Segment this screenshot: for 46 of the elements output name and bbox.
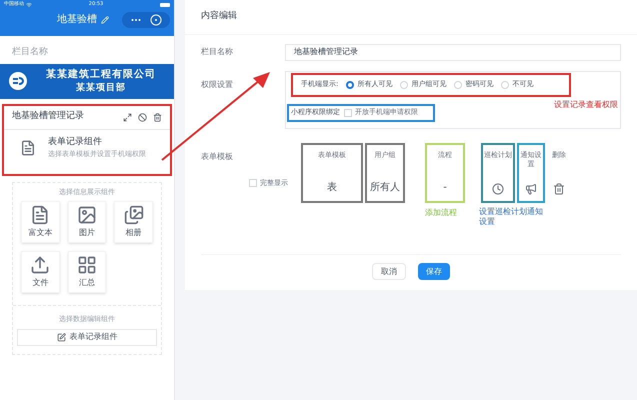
flow-note: 添加流程 xyxy=(425,206,457,218)
checkbox[interactable] xyxy=(344,108,352,116)
capsule-button[interactable] xyxy=(122,12,170,28)
department-name: 某某项目部 xyxy=(76,82,126,95)
table-cell-text: 所有人 xyxy=(370,180,400,194)
expand-icon[interactable] xyxy=(123,112,132,122)
logo-icon xyxy=(8,71,28,91)
battery-icon xyxy=(160,2,170,7)
component-tile[interactable]: 相册 xyxy=(114,201,153,243)
cancel-button[interactable]: 取消 xyxy=(372,263,406,280)
component-tile[interactable]: 文件 xyxy=(21,251,60,293)
field-label: 栏目名称 xyxy=(201,46,234,58)
images-icon xyxy=(124,205,144,225)
upload-icon xyxy=(30,255,50,275)
grid-icon xyxy=(76,255,97,275)
editor-title: 内容编辑 xyxy=(185,0,637,34)
page-title: 地基验槽 xyxy=(57,12,97,27)
clock-icon[interactable] xyxy=(492,182,504,194)
field-label: 权限设置 xyxy=(201,78,234,90)
company-name: 某某建筑工程有限公司 xyxy=(46,68,156,82)
component-title: 表单记录组件 xyxy=(48,136,103,148)
delete-icon[interactable] xyxy=(153,112,162,122)
megaphone-icon[interactable] xyxy=(525,182,537,194)
edit-icon[interactable] xyxy=(101,16,109,24)
name-input-field[interactable]: 地基验槽管理记录 xyxy=(285,44,621,60)
table-cell-text: 表 xyxy=(327,180,337,194)
document-icon xyxy=(20,140,36,156)
table-cell-text: - xyxy=(443,180,447,194)
component-tile[interactable]: 汇总 xyxy=(68,251,106,293)
close-icon[interactable] xyxy=(150,14,162,26)
radio-button[interactable] xyxy=(346,80,354,88)
field-label: 表单模板 xyxy=(201,150,234,162)
permission-note: 设置记录查看权限 xyxy=(554,98,618,110)
card-title: 地基验槽管理记录 xyxy=(12,110,84,124)
wifi-icon xyxy=(26,2,32,8)
form-record-button[interactable]: 表单记录组件 xyxy=(17,328,157,346)
image-icon xyxy=(76,205,97,225)
section-label: 栏目名称 xyxy=(11,46,49,59)
inspection-note: 设置巡检计划通知设置 xyxy=(479,206,543,226)
checkbox[interactable] xyxy=(249,179,257,188)
component-tile[interactable]: 富文本 xyxy=(21,201,60,243)
disable-icon[interactable] xyxy=(138,112,147,122)
component-tile[interactable]: 图片 xyxy=(68,201,106,243)
edit-icon xyxy=(56,332,66,342)
delete-icon[interactable] xyxy=(553,182,565,194)
document-icon xyxy=(30,205,50,225)
